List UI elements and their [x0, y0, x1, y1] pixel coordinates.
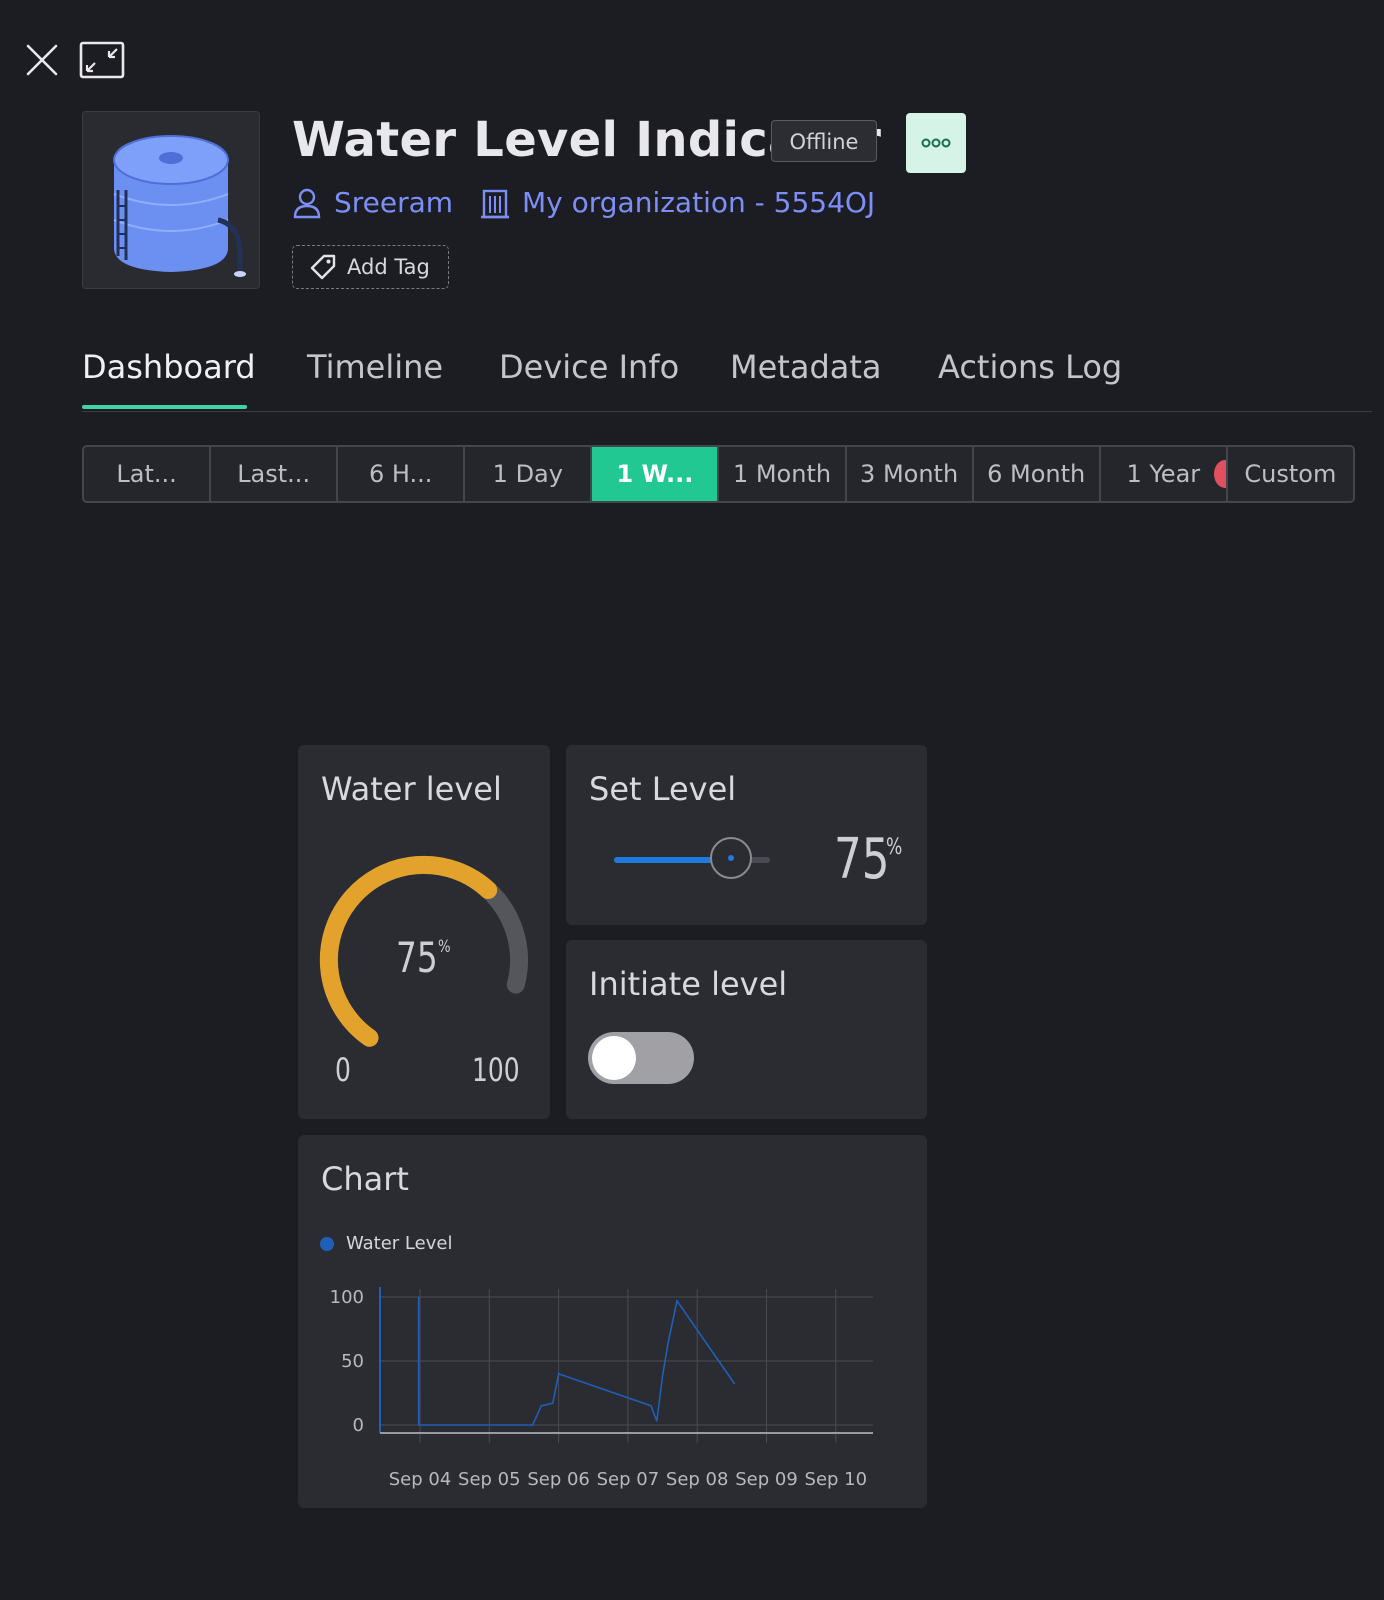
range-1-day[interactable]: 1 Day: [465, 447, 593, 501]
range-label: 1 Day: [492, 460, 563, 488]
gauge-max: 100: [472, 1051, 520, 1089]
tab-actions-log[interactable]: Actions Log: [938, 345, 1122, 409]
tag-icon: [310, 254, 336, 280]
more-button[interactable]: [906, 113, 966, 173]
range-label: Custom: [1244, 460, 1337, 488]
time-range-selector: Lat... Last... 6 H... 1 Day 1 W... 1 Mon…: [82, 445, 1355, 503]
active-tab-indicator: [82, 405, 247, 409]
tab-label: Device Info: [499, 348, 680, 386]
status-badge: Offline: [771, 120, 877, 162]
range-1-week[interactable]: 1 W...: [592, 447, 720, 501]
add-tag-label: Add Tag: [347, 255, 430, 279]
range-6-hours[interactable]: 6 H...: [338, 447, 466, 501]
range-label: 1 Month: [732, 460, 832, 488]
tab-label: Dashboard: [82, 348, 256, 386]
close-button[interactable]: [22, 40, 62, 80]
x-tick-label: Sep 07: [597, 1469, 660, 1490]
organization-link[interactable]: My organization - 5554OJ: [480, 186, 875, 219]
x-tick-label: Sep 04: [389, 1469, 452, 1490]
y-tick-label: 0: [353, 1415, 364, 1436]
collapse-icon: [79, 41, 125, 79]
water-level-chart: 0 50 100 Sep 04 Sep 05 Sep 06 Sep 07 Sep 08 Sep …: [330, 1287, 873, 1490]
range-1-year[interactable]: 1 Year: [1100, 447, 1228, 501]
slider-unit: %: [886, 835, 903, 860]
x-tick-label: Sep 08: [666, 1469, 729, 1490]
notification-dot: [1213, 460, 1226, 488]
y-tick-label: 50: [341, 1351, 364, 1372]
range-label: 1 W...: [616, 460, 694, 488]
initiate-toggle[interactable]: [588, 1032, 694, 1084]
range-6-months[interactable]: 6 Month: [973, 447, 1101, 501]
range-live[interactable]: Lat...: [84, 447, 212, 501]
toggle-knob: [592, 1036, 636, 1080]
range-custom[interactable]: Custom: [1227, 447, 1353, 501]
slider-value: 75: [834, 827, 890, 892]
range-1-month[interactable]: 1 Month: [719, 447, 847, 501]
range-3-months[interactable]: 3 Month: [846, 447, 974, 501]
gauge-min: 0: [335, 1051, 351, 1089]
x-tick-label: Sep 09: [735, 1469, 798, 1490]
range-label: Lat...: [116, 460, 177, 488]
set-level-widget: Set Level 75 %: [566, 745, 927, 925]
close-icon: [26, 44, 58, 76]
tab-dashboard[interactable]: Dashboard: [82, 345, 256, 409]
organization-name: My organization - 5554OJ: [522, 186, 876, 219]
x-tick-label: Sep 05: [458, 1469, 521, 1490]
add-tag-button[interactable]: Add Tag: [292, 245, 449, 289]
range-label: Last...: [237, 460, 311, 488]
chart-widget: Chart Water Level 0 50 100 Sep 04 Sep 05 Sep …: [298, 1135, 927, 1508]
widget-title: Water level: [321, 770, 502, 808]
level-slider[interactable]: [614, 837, 770, 879]
tab-label: Actions Log: [938, 348, 1123, 386]
slider-handle[interactable]: [710, 837, 752, 879]
more-dots-icon: [921, 138, 951, 148]
widget-title: Initiate level: [589, 965, 788, 1003]
building-icon: [481, 189, 509, 218]
device-image: [82, 111, 260, 289]
gauge-unit: %: [438, 937, 451, 957]
y-tick-label: 100: [330, 1287, 364, 1308]
user-icon: [293, 188, 321, 218]
initiate-level-widget: Initiate level: [566, 940, 927, 1119]
water-level-widget: Water level 75 % 0 100: [298, 745, 550, 1119]
gauge-value: 75: [396, 933, 438, 982]
collapse-button[interactable]: [78, 40, 126, 80]
range-label: 1 Year: [1126, 460, 1201, 488]
owner-name: Sreeram: [334, 186, 454, 219]
tab-bar: Dashboard Timeline Device Info Metadata …: [82, 345, 1372, 412]
water-tank-icon: [113, 135, 246, 277]
tab-label: Metadata: [730, 348, 882, 386]
tab-device-info[interactable]: Device Info: [499, 345, 679, 409]
tab-label: Timeline: [307, 348, 444, 386]
x-tick-label: Sep 10: [805, 1469, 868, 1490]
tab-timeline[interactable]: Timeline: [307, 345, 443, 409]
widget-title: Set Level: [589, 770, 737, 808]
range-label: 6 H...: [369, 460, 433, 488]
range-label: 6 Month: [987, 460, 1086, 488]
tab-metadata[interactable]: Metadata: [730, 345, 882, 409]
owner-link[interactable]: Sreeram: [292, 186, 453, 219]
range-last[interactable]: Last...: [211, 447, 339, 501]
range-label: 3 Month: [860, 460, 959, 488]
slider-handle-dot: [728, 855, 734, 861]
x-tick-label: Sep 06: [527, 1469, 590, 1490]
